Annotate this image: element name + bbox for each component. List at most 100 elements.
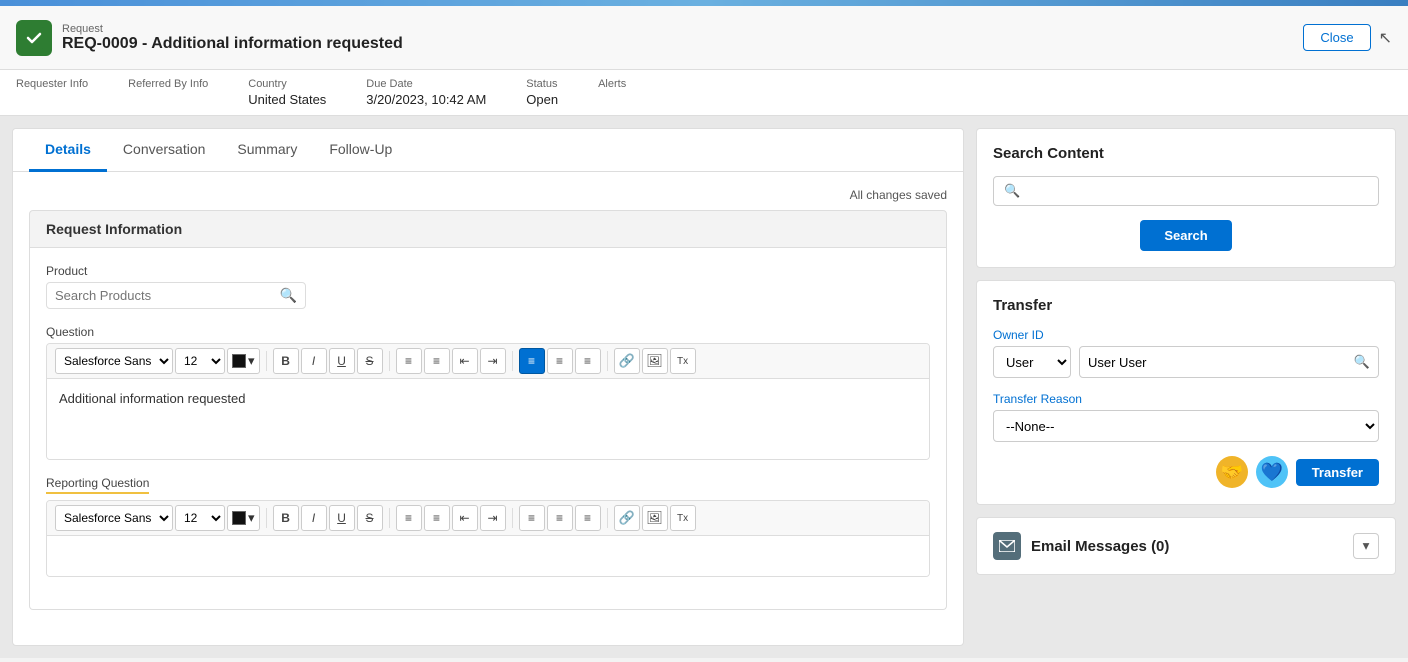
meta-referred-by-label: Referred By Info (128, 78, 208, 90)
section-request-info-body: Product 🔍 Question Salesforce Sans (29, 248, 947, 610)
owner-search-icon[interactable]: 🔍 (1354, 354, 1370, 370)
close-button[interactable]: Close (1303, 24, 1370, 51)
app-header: Request REQ-0009 - Additional informatio… (0, 6, 1408, 70)
owner-id-row: User Queue 🔍 (993, 346, 1379, 378)
meta-alerts-label: Alerts (598, 78, 626, 90)
question-indent-less-btn[interactable]: ⇤ (452, 348, 478, 374)
product-search-wrap: 🔍 (46, 282, 306, 309)
question-align-right-btn[interactable]: ≡ (575, 348, 601, 374)
question-number-btn[interactable]: ≡ (424, 348, 450, 374)
meta-status: Status Open (526, 78, 558, 107)
question-bold-btn[interactable]: B (273, 348, 299, 374)
tab-details-content: All changes saved Request Information Pr… (13, 172, 963, 626)
reporting-align-right-btn[interactable]: ≡ (575, 505, 601, 531)
owner-type-select[interactable]: User Queue (993, 346, 1071, 378)
reporting-rte-body[interactable] (47, 536, 929, 576)
header-title: REQ-0009 - Additional information reques… (62, 35, 403, 53)
reporting-strikethrough-btn[interactable]: S (357, 505, 383, 531)
transfer-button[interactable]: Transfer (1296, 459, 1379, 486)
meta-due-date-value: 3/20/2023, 10:42 AM (366, 92, 486, 107)
search-content-icon: 🔍 (1004, 183, 1020, 199)
transfer-title: Transfer (993, 297, 1379, 314)
question-clear-btn[interactable]: Tx (670, 348, 696, 374)
reporting-image-btn[interactable]: 🖼 (642, 505, 668, 531)
search-content-card: Search Content 🔍 Search (976, 128, 1396, 268)
reporting-font-select[interactable]: Salesforce Sans (55, 505, 173, 531)
meta-bar: Requester Info Referred By Info Country … (0, 70, 1408, 116)
header-left: Request REQ-0009 - Additional informatio… (16, 20, 403, 56)
reporting-question-label: Reporting Question (46, 476, 149, 494)
sep3 (512, 351, 513, 371)
question-label: Question (46, 325, 930, 339)
avatar-yellow[interactable]: 🤝 (1216, 456, 1248, 488)
meta-referred-by-info[interactable]: Referred By Info (128, 78, 208, 92)
email-icon (993, 532, 1021, 560)
search-content-button[interactable]: Search (1140, 220, 1231, 251)
reporting-color-picker[interactable]: ▾ (227, 505, 260, 531)
question-font-select[interactable]: Salesforce Sans (55, 348, 173, 374)
question-indent-more-btn[interactable]: ⇥ (480, 348, 506, 374)
product-label: Product (46, 264, 930, 278)
question-italic-btn[interactable]: I (301, 348, 327, 374)
reporting-color-box (232, 511, 246, 525)
left-panel: Details Conversation Summary Follow-Up A… (12, 128, 964, 646)
reporting-rte: Salesforce Sans 12 ▾ B I (46, 500, 930, 577)
meta-country-label: Country (248, 78, 326, 90)
reporting-underline-btn[interactable]: U (329, 505, 355, 531)
question-underline-btn[interactable]: U (329, 348, 355, 374)
question-link-btn[interactable]: 🔗 (614, 348, 640, 374)
email-messages-card: Email Messages (0) ▾ (976, 517, 1396, 575)
question-color-box (232, 354, 246, 368)
question-align-left-btn[interactable]: ≡ (519, 348, 545, 374)
reporting-bold-btn[interactable]: B (273, 505, 299, 531)
search-content-input[interactable] (1020, 184, 1368, 199)
section-request-info-header: Request Information (29, 210, 947, 248)
owner-id-section: Owner ID User Queue 🔍 (993, 328, 1379, 378)
question-rte-body[interactable]: Additional information requested (47, 379, 929, 459)
product-search-icon[interactable]: 🔍 (280, 287, 297, 304)
tab-summary[interactable]: Summary (221, 129, 313, 172)
search-content-input-wrap: 🔍 (993, 176, 1379, 206)
tab-details[interactable]: Details (29, 129, 107, 172)
reporting-size-select[interactable]: 12 (175, 505, 225, 531)
meta-alerts[interactable]: Alerts (598, 78, 626, 92)
owner-id-label: Owner ID (993, 328, 1379, 342)
avatar-blue[interactable]: 💙 (1256, 456, 1288, 488)
product-field-group: Product 🔍 (46, 264, 930, 309)
product-search-input[interactable] (55, 288, 280, 303)
reporting-toolbar: Salesforce Sans 12 ▾ B I (47, 501, 929, 536)
reporting-align-center-btn[interactable]: ≡ (547, 505, 573, 531)
question-color-picker[interactable]: ▾ (227, 348, 260, 374)
email-card-left: Email Messages (0) (993, 532, 1169, 560)
email-messages-expand-btn[interactable]: ▾ (1353, 533, 1379, 559)
reporting-italic-btn[interactable]: I (301, 505, 327, 531)
main-layout: Details Conversation Summary Follow-Up A… (0, 116, 1408, 658)
owner-search-input[interactable] (1088, 355, 1354, 370)
reporting-question-field-group: Reporting Question Salesforce Sans 12 (46, 476, 930, 577)
question-rte: Salesforce Sans 12 ▾ B I (46, 343, 930, 460)
question-strikethrough-btn[interactable]: S (357, 348, 383, 374)
cursor-icon: ↖ (1379, 28, 1392, 48)
sep1 (266, 351, 267, 371)
meta-status-label: Status (526, 78, 558, 90)
question-bullet-btn[interactable]: ≡ (396, 348, 422, 374)
sep6 (389, 508, 390, 528)
right-panel: Search Content 🔍 Search Transfer Owner I… (976, 128, 1396, 646)
meta-requester-info[interactable]: Requester Info (16, 78, 88, 92)
transfer-reason-select[interactable]: --None-- (993, 410, 1379, 442)
question-align-center-btn[interactable]: ≡ (547, 348, 573, 374)
reporting-indent-more-btn[interactable]: ⇥ (480, 505, 506, 531)
reporting-align-left-btn[interactable]: ≡ (519, 505, 545, 531)
question-toolbar: Salesforce Sans 12 ▾ B I (47, 344, 929, 379)
reporting-number-btn[interactable]: ≡ (424, 505, 450, 531)
reporting-bullet-btn[interactable]: ≡ (396, 505, 422, 531)
app-icon (16, 20, 52, 56)
question-image-btn[interactable]: 🖼 (642, 348, 668, 374)
reporting-indent-less-btn[interactable]: ⇤ (452, 505, 478, 531)
reporting-link-btn[interactable]: 🔗 (614, 505, 640, 531)
tab-conversation[interactable]: Conversation (107, 129, 222, 172)
question-color-chevron: ▾ (248, 353, 255, 369)
tab-follow-up[interactable]: Follow-Up (313, 129, 408, 172)
question-size-select[interactable]: 12 (175, 348, 225, 374)
reporting-clear-btn[interactable]: Tx (670, 505, 696, 531)
